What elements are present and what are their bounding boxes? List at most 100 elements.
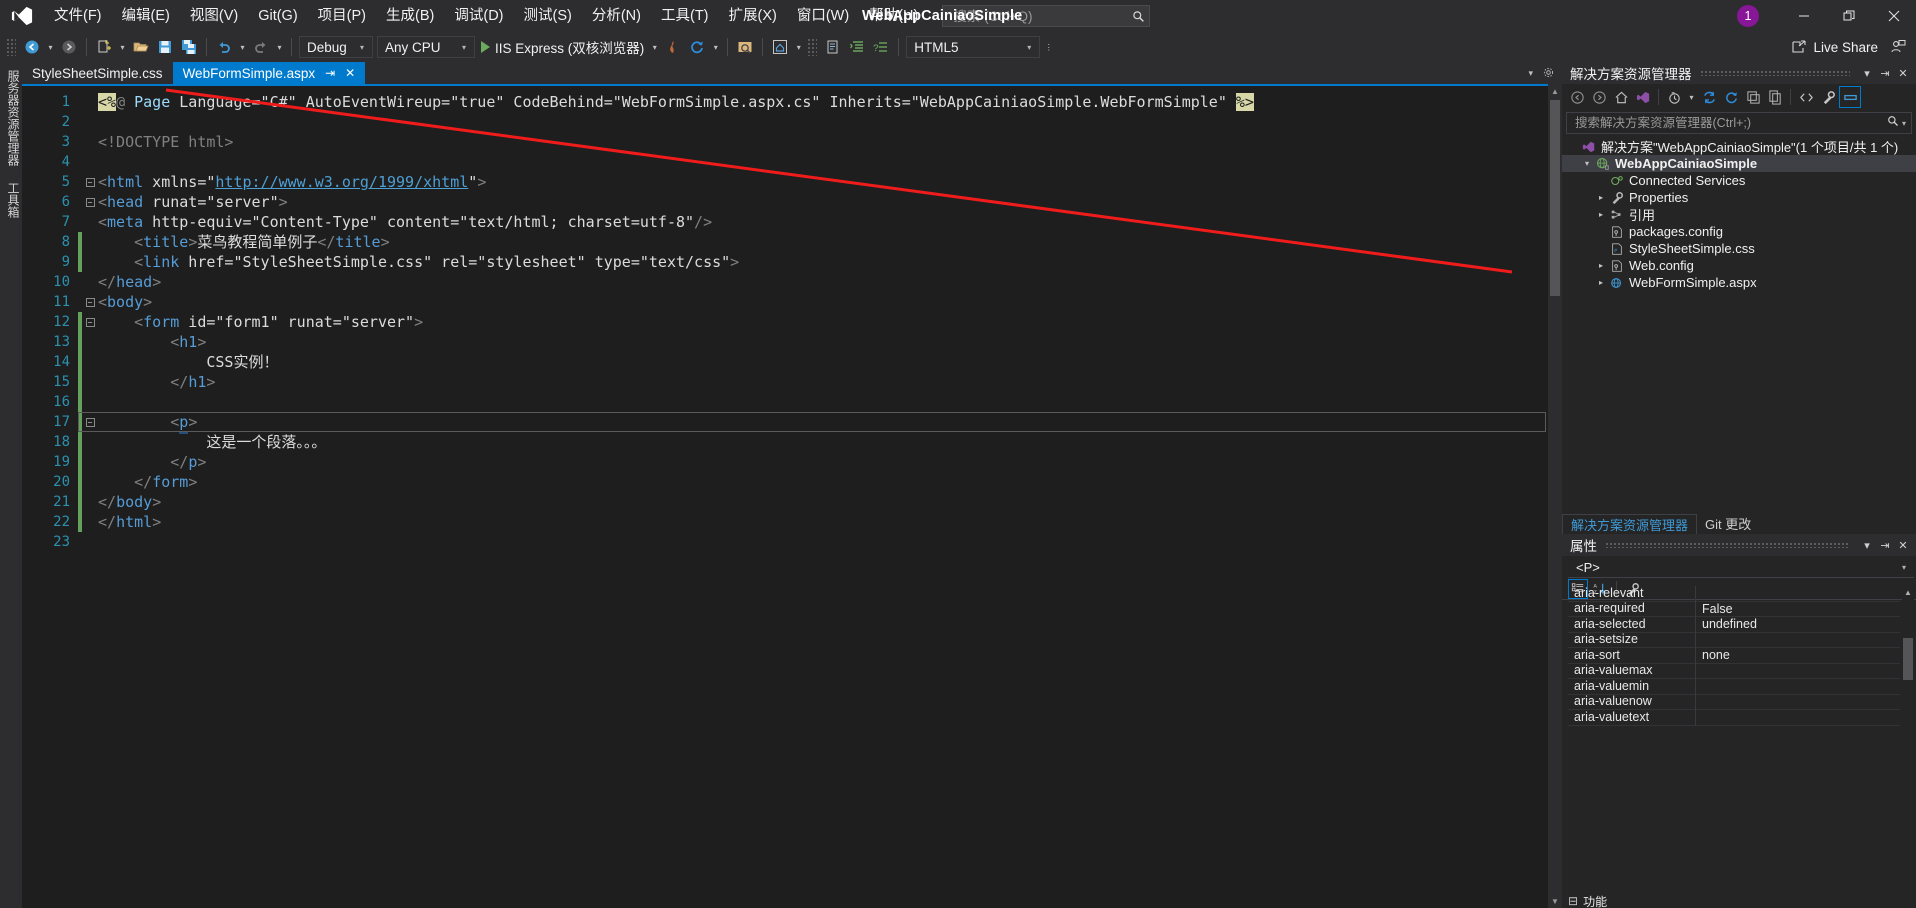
code-line[interactable]: 20 </form>: [22, 472, 1548, 492]
menu-test[interactable]: 测试(S): [514, 0, 582, 32]
open-file-icon[interactable]: [129, 35, 153, 59]
chevron-right-icon[interactable]: ▸: [1594, 278, 1608, 287]
property-row[interactable]: aria-sort none: [1568, 647, 1900, 664]
code-line[interactable]: 1 <%@ Page Language="C#" AutoEventWireup=…: [22, 92, 1548, 112]
panel-drag-dots[interactable]: [1605, 542, 1850, 548]
format-document-icon[interactable]: [845, 35, 869, 59]
toolbar-grip[interactable]: [807, 38, 818, 56]
collapse-all-icon[interactable]: [1742, 86, 1764, 108]
rail-tab-toolbox[interactable]: 工具箱: [0, 174, 22, 226]
chevron-down-icon[interactable]: ▾: [1902, 563, 1914, 572]
fold-collapse-icon[interactable]: −: [85, 317, 95, 327]
property-row[interactable]: aria-setsize: [1568, 632, 1900, 648]
code-line[interactable]: 3 <!DOCTYPE html>: [22, 132, 1548, 152]
code-line[interactable]: 10 </head>: [22, 272, 1548, 292]
code-line[interactable]: 13 <h1>: [22, 332, 1548, 352]
fold-collapse-icon[interactable]: −: [85, 197, 95, 207]
notification-badge[interactable]: 1: [1737, 5, 1759, 27]
property-value[interactable]: undefined: [1696, 617, 1900, 631]
chevron-down-icon[interactable]: ▾: [456, 43, 472, 52]
run-target-dropdown-icon[interactable]: ▾: [648, 35, 661, 59]
property-row[interactable]: aria-selected undefined: [1568, 616, 1900, 633]
pending-changes-dropdown-icon[interactable]: ▾: [1685, 85, 1698, 109]
refresh-icon[interactable]: [1720, 86, 1742, 108]
platform-combo[interactable]: Any CPU ▾: [377, 36, 475, 58]
save-all-icon[interactable]: [177, 35, 201, 59]
code-line[interactable]: 16: [22, 392, 1548, 412]
pin-icon[interactable]: ⇥: [1876, 535, 1894, 555]
navigate-forward-icon[interactable]: [57, 35, 81, 59]
tree-item-stylesheetsimple-css[interactable]: # StyleSheetSimple.css: [1562, 240, 1916, 257]
tree-item-web-config[interactable]: ▸ Web.config: [1562, 257, 1916, 274]
property-row[interactable]: aria-valuetext: [1568, 709, 1900, 726]
code-line[interactable]: 14 CSS实例！: [22, 352, 1548, 372]
fold-collapse-icon[interactable]: −: [85, 297, 95, 307]
preview-selected-items-icon[interactable]: [1839, 86, 1861, 108]
tree-item-webappcainiaosimple-1-1[interactable]: 解决方案"WebAppCainiaoSimple"(1 个项目/共 1 个): [1562, 138, 1916, 155]
undo-icon[interactable]: [212, 35, 236, 59]
scrollbar-thumb[interactable]: [1903, 638, 1913, 680]
solution-search-box[interactable]: ▾: [1566, 112, 1912, 134]
code-line[interactable]: 18 这是一个段落。。。: [22, 432, 1548, 452]
code-line[interactable]: 9 <link href="StyleSheetSimple.css" rel=…: [22, 252, 1548, 272]
property-row[interactable]: aria-valuemin: [1568, 678, 1900, 695]
property-value[interactable]: none: [1696, 648, 1900, 662]
close-button[interactable]: [1871, 0, 1916, 32]
code-line[interactable]: 22 </html>: [22, 512, 1548, 532]
code-line[interactable]: 11 − <body>: [22, 292, 1548, 312]
panel-drag-dots[interactable]: [1699, 70, 1850, 76]
home-dropdown-icon[interactable]: ▾: [792, 35, 805, 59]
properties-icon[interactable]: [1817, 86, 1839, 108]
menu-edit[interactable]: 编辑(E): [112, 0, 180, 32]
code-line[interactable]: 23: [22, 532, 1548, 552]
show-all-files-icon[interactable]: [1764, 86, 1786, 108]
menu-extensions[interactable]: 扩展(X): [719, 0, 787, 32]
menu-git[interactable]: Git(G): [248, 0, 307, 32]
menu-tools[interactable]: 工具(T): [651, 0, 719, 32]
redo-icon[interactable]: [249, 35, 273, 59]
properties-scrollbar[interactable]: ▲: [1902, 586, 1914, 894]
doctype-combo[interactable]: HTML5 ▾: [906, 36, 1041, 58]
menu-window[interactable]: 窗口(W): [787, 0, 859, 32]
chevron-right-icon[interactable]: ▸: [1594, 210, 1608, 219]
chevron-down-icon[interactable]: ▾: [1021, 43, 1037, 52]
back-icon[interactable]: [1566, 86, 1588, 108]
tab-settings-icon[interactable]: [1543, 67, 1554, 80]
refresh-icon[interactable]: [685, 35, 709, 59]
send-feedback-icon[interactable]: [1886, 35, 1910, 59]
selected-object-combo[interactable]: <P> ▾: [1568, 558, 1914, 578]
forward-icon[interactable]: [1588, 86, 1610, 108]
tree-item-webformsimple-aspx[interactable]: ▸ WebFormSimple.aspx: [1562, 274, 1916, 291]
code-view-icon[interactable]: [1795, 86, 1817, 108]
code-editor[interactable]: 1 <%@ Page Language="C#" AutoEventWireup=…: [22, 86, 1548, 908]
close-icon[interactable]: ✕: [345, 66, 355, 80]
editor-tab-webformsimple-aspx[interactable]: WebFormSimple.aspx ⇥ ✕: [172, 62, 366, 84]
fold-margin[interactable]: −: [82, 297, 98, 307]
panel-tab-solution-explorer[interactable]: 解决方案资源管理器: [1562, 514, 1698, 536]
navigate-back-dropdown-icon[interactable]: ▾: [44, 35, 57, 59]
scrollbar-thumb[interactable]: [1550, 100, 1560, 296]
code-line[interactable]: 7 <meta http-equiv="Content-Type" content…: [22, 212, 1548, 232]
scroll-down-arrow-icon[interactable]: ▼: [1548, 894, 1562, 908]
fold-margin[interactable]: −: [82, 317, 98, 327]
toolbar-grip[interactable]: [6, 38, 16, 56]
solution-search-input[interactable]: [1573, 115, 1887, 131]
pin-icon[interactable]: ⇥: [325, 66, 335, 80]
restore-button[interactable]: [1826, 0, 1871, 32]
code-line[interactable]: 12 − <form id="form1" runat="server">: [22, 312, 1548, 332]
property-row[interactable]: aria-relevant: [1568, 586, 1900, 602]
code-line[interactable]: 15 </h1>: [22, 372, 1548, 392]
refresh-dropdown-icon[interactable]: ▾: [709, 35, 722, 59]
menu-build[interactable]: 生成(B): [376, 0, 444, 32]
code-line[interactable]: 6 − <head runat="server">: [22, 192, 1548, 212]
search-options-dropdown-icon[interactable]: ▾: [1899, 119, 1909, 128]
save-icon[interactable]: [153, 35, 177, 59]
menu-view[interactable]: 视图(V): [180, 0, 248, 32]
minimize-button[interactable]: [1781, 0, 1826, 32]
hot-reload-icon[interactable]: [661, 35, 685, 59]
fold-collapse-icon[interactable]: −: [85, 417, 95, 427]
chevron-down-icon[interactable]: ▾: [354, 43, 370, 52]
code-line[interactable]: 2: [22, 112, 1548, 132]
sync-icon[interactable]: [1698, 86, 1720, 108]
navigate-back-icon[interactable]: [20, 35, 44, 59]
